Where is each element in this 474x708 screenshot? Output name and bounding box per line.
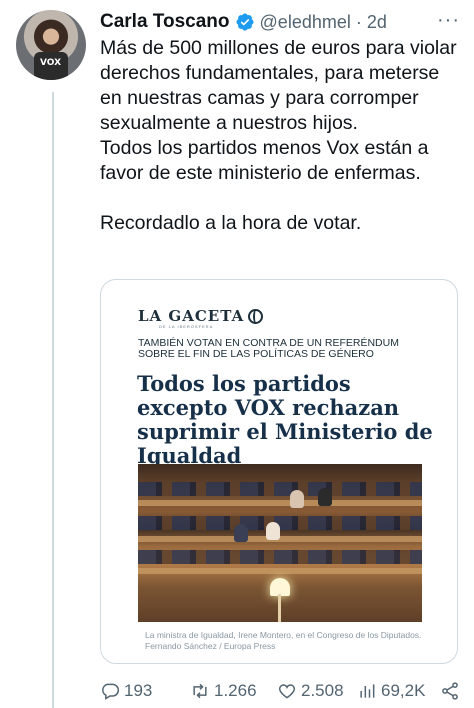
publisher-logo: LA GACETA — [138, 307, 264, 325]
retweet-button[interactable]: 1.266 — [190, 681, 277, 701]
globe-icon — [248, 308, 264, 324]
verified-badge-icon — [235, 13, 254, 31]
article-kicker: TAMBIÉN VOTAN EN CONTRA DE UN REFERÉNDUM… — [138, 337, 399, 360]
like-button[interactable]: 2.508 — [277, 681, 357, 701]
views-button[interactable]: 69,2K — [357, 681, 435, 701]
action-bar: 193 1.266 2.508 69,2K — [100, 678, 460, 704]
tweet-paragraph: Recordadlo a la hora de votar. — [100, 212, 362, 234]
reply-icon — [102, 683, 120, 700]
avatar[interactable]: VOX — [16, 10, 86, 80]
like-count: 2.508 — [301, 681, 344, 700]
retweet-count: 1.266 — [214, 681, 257, 700]
tweet-paragraph: Más de 500 millones de euros para violar… — [100, 37, 457, 134]
reply-button[interactable]: 193 — [100, 681, 190, 701]
heart-icon — [278, 684, 296, 699]
reply-count: 193 — [124, 681, 153, 700]
photo-caption: La ministra de Igualdad, Irene Montero, … — [145, 630, 422, 651]
more-icon[interactable]: ··· — [437, 9, 460, 32]
share-button[interactable] — [440, 681, 460, 701]
share-icon — [442, 682, 458, 700]
tweet-time[interactable]: 2d — [367, 12, 387, 33]
article-headline: Todos los partidos excepto VOX rechazan … — [137, 371, 433, 468]
author-name[interactable]: Carla Toscano — [100, 11, 230, 33]
retweet-icon — [193, 683, 207, 699]
article-photo — [138, 464, 422, 622]
avatar-shirt-text: VOX — [40, 58, 62, 68]
link-card[interactable]: LA GACETA DE LA IBEROSFERA TAMBIÉN VOTAN… — [100, 279, 458, 664]
publisher-logo-text: LA GACETA — [138, 307, 245, 325]
author-handle[interactable]: @eledhmel — [260, 12, 351, 33]
tweet-paragraph: Todos los partidos menos Vox están a fav… — [100, 137, 429, 184]
publisher-logo-subtitle: DE LA IBEROSFERA — [159, 324, 214, 329]
views-icon — [360, 684, 375, 698]
thread-line — [52, 92, 54, 708]
view-count: 69,2K — [381, 681, 426, 700]
tweet-text: Más de 500 millones de euros para violar… — [100, 36, 462, 236]
separator-dot: · — [355, 11, 362, 32]
tweet-header: Carla Toscano @eledhmel · 2d ··· — [100, 9, 460, 33]
